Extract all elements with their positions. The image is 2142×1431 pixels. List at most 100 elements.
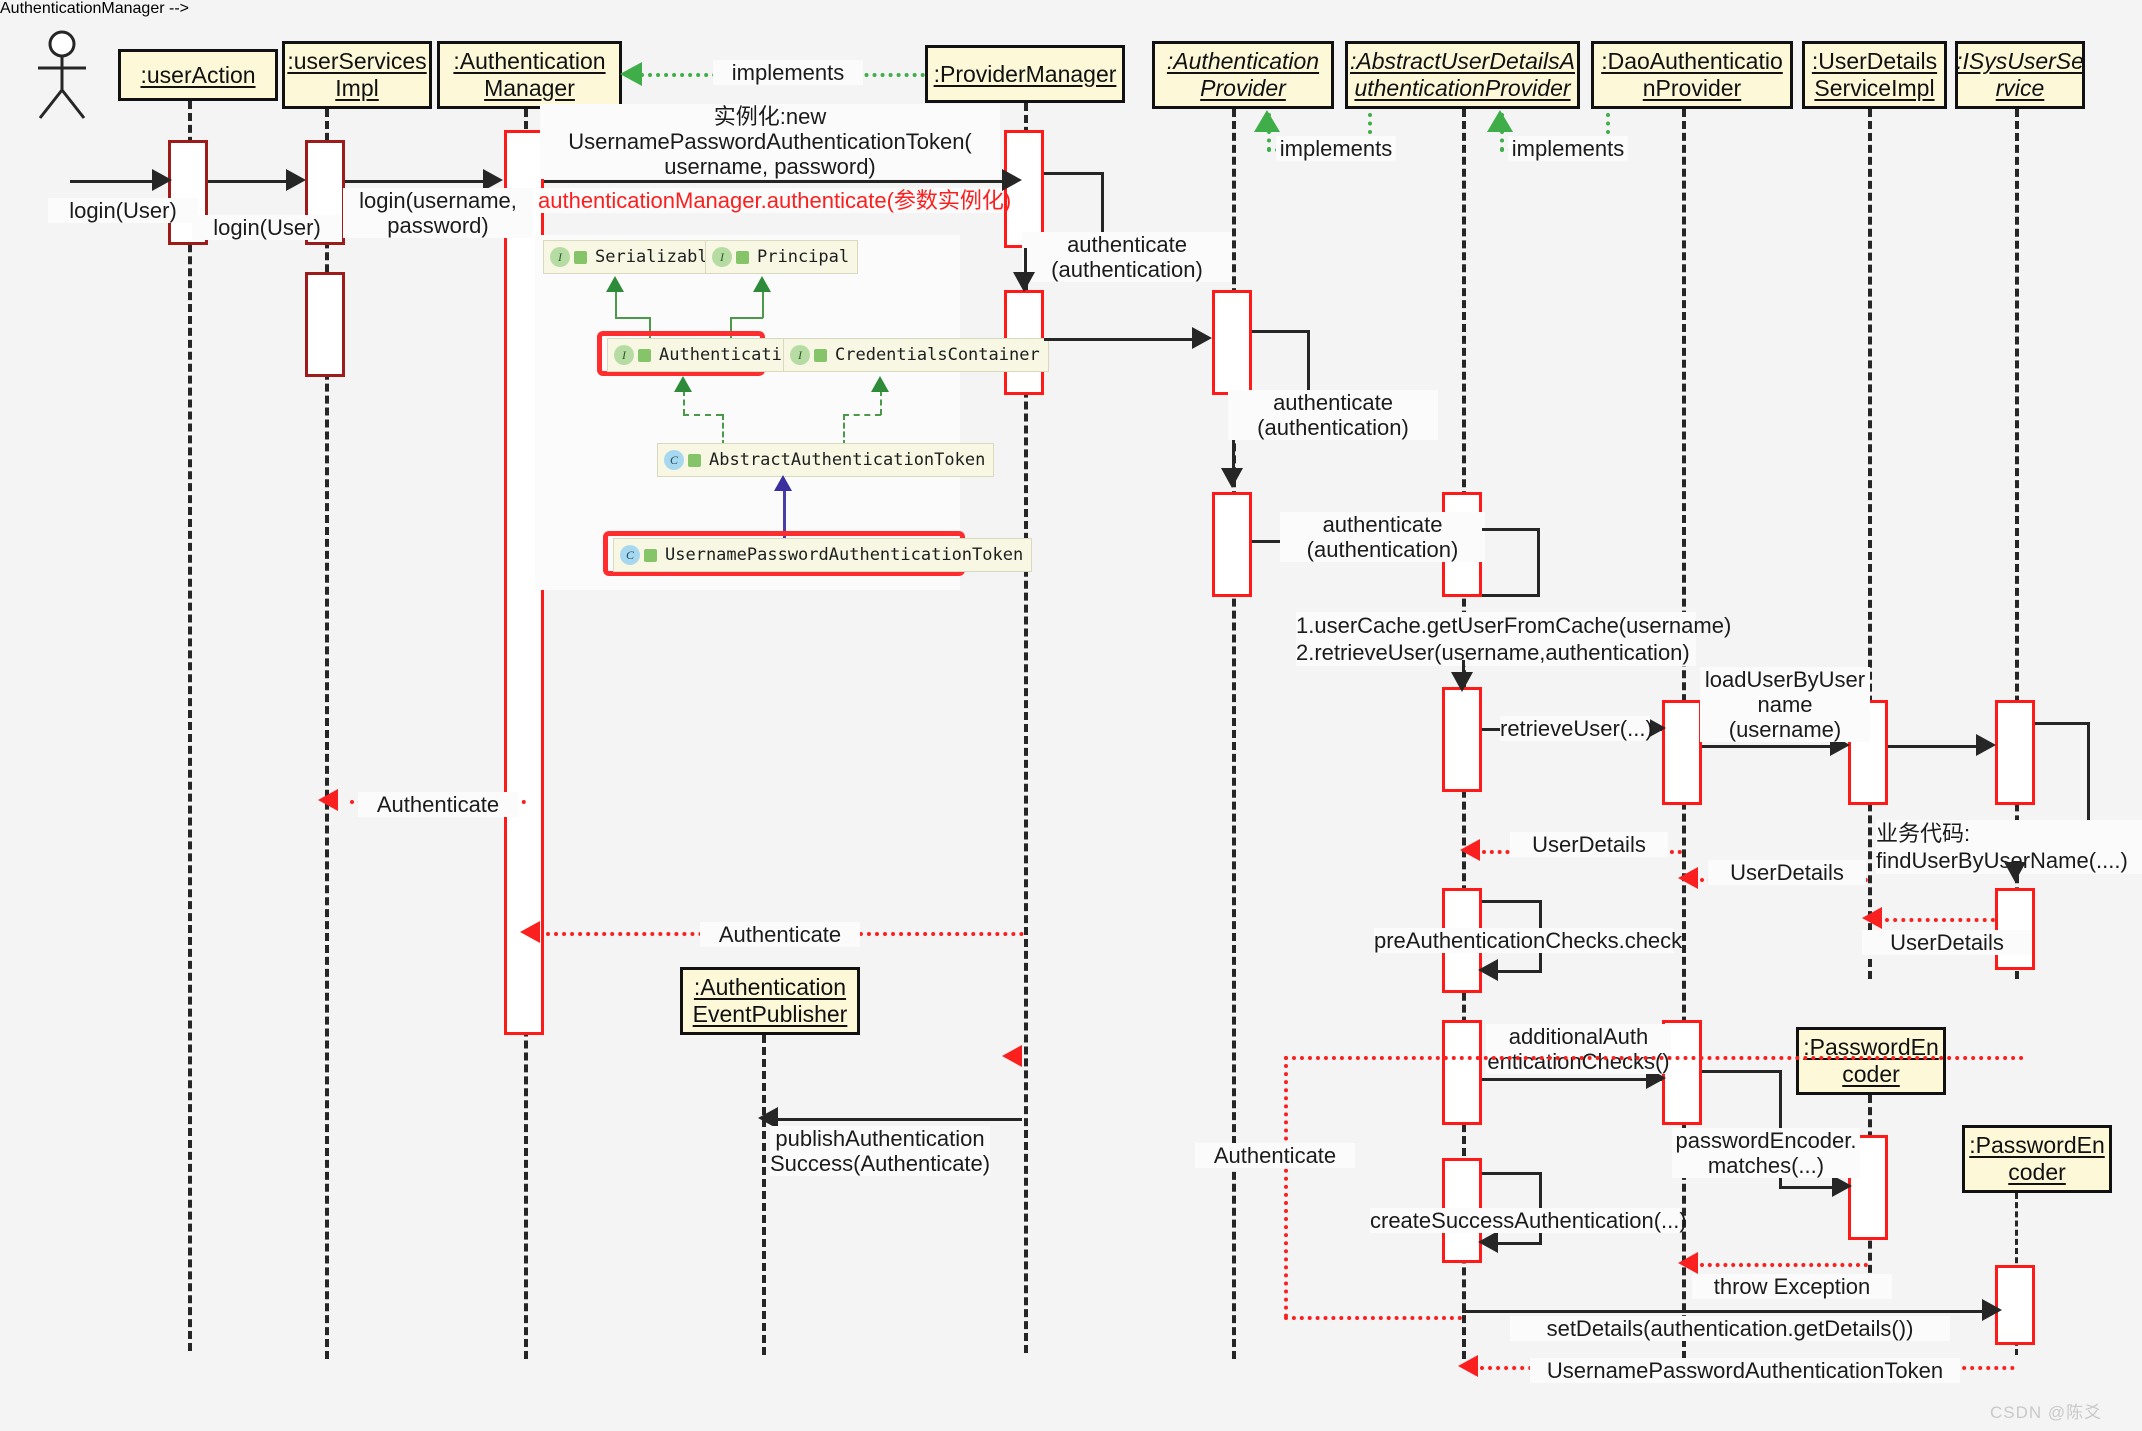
return-arrow-user-details-1: [1460, 839, 1480, 861]
lifeline-authenticationEventPublisher: [762, 1035, 766, 1355]
message-label-authenticate-3: authenticate (authentication): [1280, 512, 1485, 562]
class-node-credentialscontainer: I CredentialsContainer: [783, 338, 1049, 372]
return-label-up-token: UsernamePasswordAuthenticationToken: [1530, 1358, 1960, 1383]
class-icon: C: [664, 450, 684, 470]
message-line-pm-to-ap: [1044, 338, 1194, 341]
participant-label: :AbstractUserDetailsA uthenticationProvi…: [1350, 48, 1575, 101]
class-edge-3c: [722, 414, 724, 446]
implements-arrowhead-3: [1487, 110, 1513, 132]
activation-iSysUserService-1: [1995, 700, 2035, 805]
message-line-additional-checks: [1482, 1078, 1662, 1081]
participant-label: :Authentication EventPublisher: [692, 974, 848, 1027]
selfcall-arrow-success: [1478, 1231, 1498, 1253]
message-arrow-matches: [1832, 1175, 1852, 1197]
selfcall-line-pre-bottom: [1492, 970, 1542, 973]
return-line-throw-exception-1: [1700, 1263, 1868, 1267]
participant-daoAuthenticationProvider[interactable]: :DaoAuthenticatio nProvider: [1591, 41, 1793, 109]
participant-userServicesImpl[interactable]: :userServices Impl: [282, 41, 432, 109]
message-label-login-user-2: login(User): [192, 215, 342, 240]
return-line-authenticate-3-vertical: [1284, 1056, 1288, 1318]
return-label-user-details-1: UserDetails: [1510, 832, 1668, 857]
lock-icon: [574, 250, 587, 264]
selfcall-line-pm-side: [1101, 172, 1104, 240]
return-arrow-authenticate-1: [318, 789, 338, 811]
class-edge-arrow-3: [674, 376, 692, 392]
return-arrow-authenticate-2: [520, 921, 540, 943]
participant-userDetailsServiceImpl[interactable]: :UserDetails ServiceImpl: [1802, 41, 1947, 109]
selfcall-line-success-bottom: [1492, 1242, 1542, 1245]
message-arrow-login-user-1: [152, 169, 172, 191]
actor-user: [30, 30, 110, 127]
return-label-authenticate-3: Authenticate: [1195, 1143, 1355, 1168]
message-label-publish-success: publishAuthentication Success(Authentica…: [770, 1126, 991, 1176]
interface-icon: I: [790, 345, 810, 365]
selfcall-line-pre-top: [1482, 900, 1542, 903]
participant-authenticationProvider[interactable]: :Authentication Provider: [1152, 41, 1334, 109]
participant-passwordEncoder-1[interactable]: :PasswordEn coder: [1796, 1027, 1946, 1095]
return-arrow-user-details-3: [1862, 907, 1882, 929]
activation-authenticationProvider-2: [1212, 492, 1252, 597]
participant-label: :userAction: [140, 61, 256, 88]
class-node-label: AbstractAuthenticationToken: [709, 450, 986, 470]
class-edge-3b: [683, 414, 722, 416]
participant-label: :ISysUserSe rvice: [1956, 48, 2084, 101]
class-edge-4b: [843, 414, 881, 416]
lifeline-userDetailsServiceImpl: [1868, 109, 1872, 979]
message-line-load-user: [1702, 745, 1844, 748]
message-line-uds-to-isys: [1888, 745, 1990, 748]
selfcall-line-success-top: [1482, 1172, 1542, 1175]
class-edge-4a: [880, 390, 882, 415]
return-label-authenticate-2: Authenticate: [700, 922, 860, 947]
note-user-cache: 1.userCache.getUserFromCache(username) 2…: [1296, 612, 1732, 666]
interface-icon: I: [614, 345, 634, 365]
participant-iSysUserService[interactable]: :ISysUserSe rvice: [1955, 41, 2085, 109]
lock-icon: [736, 250, 749, 264]
participant-providerManager[interactable]: :ProviderManager: [925, 45, 1125, 103]
activation-dao-1: [1662, 700, 1702, 805]
message-arrow-isys-self: [2004, 862, 2026, 882]
class-edge-2a: [762, 290, 764, 318]
participant-label: :UserDetails ServiceImpl: [1811, 48, 1938, 101]
participant-label: :userServices Impl: [287, 48, 427, 101]
return-label-user-details-3: UserDetails: [1862, 930, 2032, 955]
class-edge-arrow-5: [774, 475, 792, 491]
class-node-serializable: I Serializable: [543, 240, 727, 274]
lock-icon: [638, 348, 651, 362]
implements-label-3: implements: [1508, 136, 1628, 161]
participant-label: :DaoAuthenticatio nProvider: [1601, 48, 1783, 101]
participant-userAction[interactable]: :userAction: [118, 49, 278, 101]
selfcall-line-abs-top: [1482, 528, 1540, 531]
selfcall-line-isys-top: [2035, 722, 2090, 725]
return-label-throw-exception-1: throw Exception: [1692, 1274, 1892, 1299]
message-label-create-success: createSuccessAuthentication(...): [1370, 1208, 1687, 1233]
message-label-additional-checks: additionalAuth enticationChecks(): [1486, 1024, 1671, 1074]
selfcall-arrow-pre: [1478, 959, 1498, 981]
return-label-user-details-2: UserDetails: [1708, 860, 1866, 885]
message-arrow-login-user-2: [286, 169, 306, 191]
activation-abstract-4: [1442, 1020, 1482, 1125]
implements-arrowhead-1: [620, 62, 642, 86]
message-arrow-uds-to-isys: [1976, 734, 1996, 756]
participant-abstractUserDetailsAuthenticationProvider[interactable]: :AbstractUserDetailsA uthenticationProvi…: [1345, 41, 1580, 109]
message-arrow-retrieve-down: [1451, 672, 1473, 692]
class-edge-1b: [615, 317, 649, 319]
selfcall-line-ap-top: [1252, 330, 1310, 333]
participant-passwordEncoder-2[interactable]: :PasswordEn coder: [1962, 1125, 2112, 1193]
selfcall-line-pm-top: [1044, 172, 1104, 175]
participant-authenticationEventPublisher[interactable]: :Authentication EventPublisher: [680, 967, 860, 1035]
return-label-authenticate-1: Authenticate: [358, 792, 518, 817]
class-edge-arrow-1: [606, 276, 624, 292]
participant-authenticationManager[interactable]: :Authentication Manager: [437, 41, 622, 109]
lock-icon: [644, 548, 657, 562]
activation-userServicesImpl-2: [305, 272, 345, 377]
class-icon: C: [620, 545, 640, 565]
class-edge-4c: [843, 414, 845, 446]
class-node-abstractauthenticationtoken: C AbstractAuthenticationToken: [657, 443, 995, 477]
participant-label: :ProviderManager: [933, 60, 1117, 87]
implements-label-1: implements: [713, 60, 863, 85]
activation-iSysUserService-2: [1995, 888, 2035, 970]
participant-label: :PasswordEn coder: [1969, 1132, 2105, 1185]
class-edge-3a: [683, 390, 685, 415]
participant-label: :Authentication Manager: [453, 48, 606, 101]
message-arrow-set-details: [1982, 1299, 2002, 1321]
